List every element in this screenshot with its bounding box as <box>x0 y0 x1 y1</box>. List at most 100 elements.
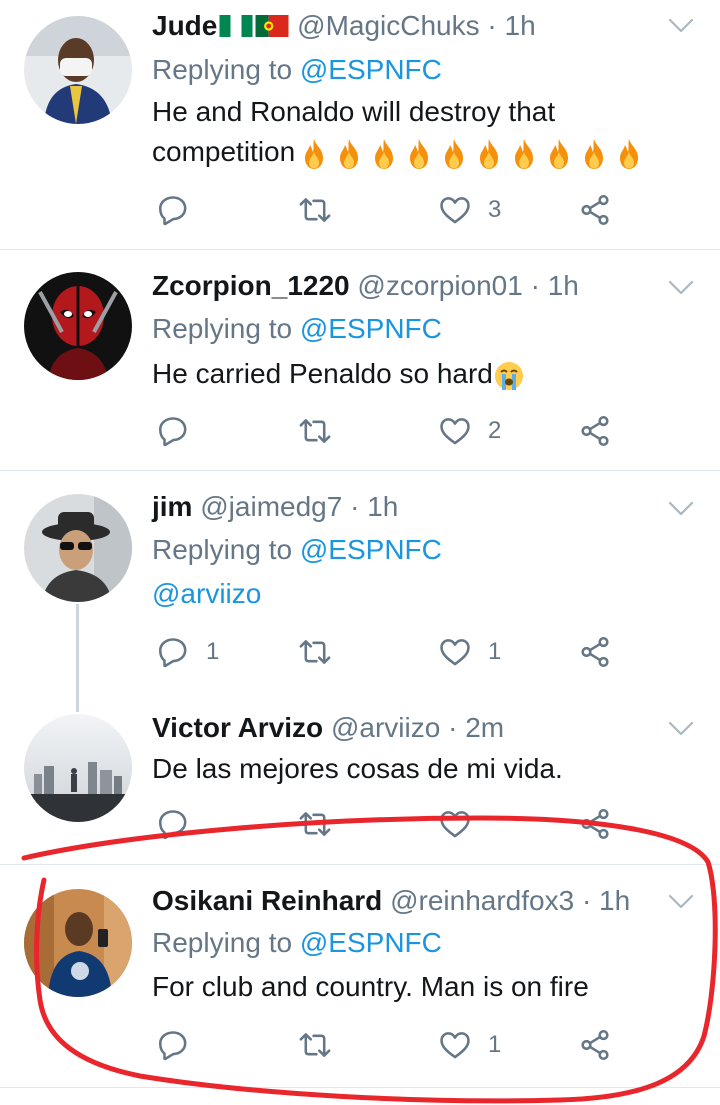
retweet-button[interactable] <box>298 804 332 844</box>
reply-button[interactable]: 1 <box>156 632 219 672</box>
retweet-icon <box>298 807 332 841</box>
user-handle[interactable]: @arviizo <box>331 712 440 743</box>
like-button[interactable] <box>438 804 472 844</box>
retweet-button[interactable] <box>298 1025 348 1065</box>
timestamp[interactable]: 1h <box>599 885 630 916</box>
tweet-header: Victor Arvizo @arviizo · 2m <box>152 712 504 744</box>
user-handle[interactable]: @MagicChuks <box>297 10 479 41</box>
mention-link[interactable]: @arviizo <box>152 574 261 614</box>
action-bar: 1 <box>156 1025 626 1065</box>
retweet-button[interactable] <box>298 411 348 451</box>
share-button[interactable] <box>578 1025 612 1065</box>
display-name[interactable]: Jude <box>152 10 217 41</box>
replying-to: Replying to @ESPNFC <box>152 54 442 86</box>
share-icon <box>578 807 612 841</box>
separator-dot: · <box>448 712 458 743</box>
action-bar: 1 1 <box>156 632 626 672</box>
divider <box>0 1087 720 1088</box>
separator-dot: · <box>350 491 360 522</box>
separator-dot: · <box>581 885 592 916</box>
chevron-down-icon[interactable] <box>668 721 694 737</box>
tweet-text-word: competition <box>152 136 296 167</box>
like-button[interactable]: 1 <box>438 632 501 672</box>
like-icon <box>438 414 472 448</box>
tweet-card[interactable]: Zcorpion_1220 @zcorpion01 · 1h Replying … <box>0 250 720 470</box>
action-bar: 3 <box>156 190 626 230</box>
display-name[interactable]: Osikani Reinhard <box>152 885 382 916</box>
fire-emoji <box>616 138 642 170</box>
fire-emoji <box>336 138 362 170</box>
reply-button[interactable] <box>156 804 190 844</box>
like-button[interactable]: 2 <box>438 411 501 451</box>
retweet-button[interactable] <box>298 632 348 672</box>
chevron-down-icon[interactable] <box>668 894 694 910</box>
like-button[interactable]: 3 <box>438 190 501 230</box>
share-button[interactable] <box>578 632 612 672</box>
replying-label: Replying to <box>152 534 300 565</box>
display-name[interactable]: Victor Arvizo <box>152 712 323 743</box>
reply-icon <box>156 807 190 841</box>
user-handle[interactable]: @jaimedg7 <box>200 491 342 522</box>
share-button[interactable] <box>578 804 612 844</box>
display-name[interactable]: Zcorpion_1220 <box>152 270 350 301</box>
tweet-text: For club and country. Man is on fire <box>152 971 589 1002</box>
tweet-header: jim @jaimedg7 · 1h <box>152 491 398 523</box>
like-button[interactable]: 1 <box>438 1025 501 1065</box>
action-bar: 2 <box>156 411 626 451</box>
user-handle[interactable]: @reinhardfox3 <box>390 885 574 916</box>
tweet-text-line: competition <box>152 132 651 172</box>
share-icon <box>578 414 612 448</box>
share-button[interactable] <box>578 190 612 230</box>
avatar[interactable] <box>24 272 132 380</box>
tweet-text-line: He and Ronaldo will destroy that <box>152 96 556 127</box>
tweet-text: He carried Penaldo so hard <box>152 354 525 394</box>
replying-to: Replying to @ESPNFC <box>152 534 442 566</box>
like-count: 2 <box>488 417 502 444</box>
reply-button[interactable] <box>156 190 206 230</box>
retweet-button[interactable] <box>298 190 348 230</box>
fire-emoji <box>371 138 397 170</box>
replying-label: Replying to <box>152 313 300 344</box>
tweet-card[interactable]: Osikani Reinhard @reinhardfox3 · 1h Repl… <box>0 865 720 1087</box>
like-count: 3 <box>488 196 502 223</box>
mention-link[interactable]: @ESPNFC <box>300 313 442 344</box>
portugal-flag <box>255 12 289 44</box>
tweet-card[interactable]: Jude @MagicChuks · 1h Replying to @ESPNF… <box>0 0 720 249</box>
reply-button[interactable] <box>156 411 206 451</box>
nigeria-flag <box>219 12 253 44</box>
display-name[interactable]: jim <box>152 491 192 522</box>
retweet-icon <box>298 414 332 448</box>
chevron-down-icon[interactable] <box>668 280 694 296</box>
reply-icon <box>156 1028 190 1062</box>
timestamp[interactable]: 1h <box>367 491 398 522</box>
action-bar <box>156 804 626 844</box>
avatar[interactable] <box>24 16 132 124</box>
share-button[interactable] <box>578 411 612 451</box>
mention-link[interactable]: @ESPNFC <box>300 927 442 958</box>
avatar[interactable] <box>24 494 132 602</box>
tweet-card[interactable]: Victor Arvizo @arviizo · 2m De las mejor… <box>0 692 720 862</box>
avatar[interactable] <box>24 889 132 997</box>
avatar[interactable] <box>24 714 132 822</box>
user-handle[interactable]: @zcorpion01 <box>357 270 522 301</box>
like-icon <box>438 635 472 669</box>
reply-count: 1 <box>206 638 220 665</box>
chevron-down-icon[interactable] <box>668 501 694 517</box>
crying-face-emoji <box>494 361 523 390</box>
timestamp[interactable]: 2m <box>465 712 504 743</box>
tweet-text: De las mejores cosas de mi vida. <box>152 753 563 784</box>
replying-label: Replying to <box>152 54 300 85</box>
timestamp[interactable]: 1h <box>548 270 579 301</box>
reply-icon <box>156 193 190 227</box>
reply-button[interactable] <box>156 1025 206 1065</box>
timestamp[interactable]: 1h <box>505 10 536 41</box>
tweet-text-content: He carried Penaldo so hard <box>152 358 493 389</box>
mention-link[interactable]: @ESPNFC <box>300 534 442 565</box>
share-icon <box>578 1028 612 1062</box>
tweet-card[interactable]: jim @jaimedg7 · 1h Replying to @ESPNFC @… <box>0 471 720 691</box>
replying-to: Replying to @ESPNFC <box>152 313 442 345</box>
replying-to: Replying to @ESPNFC <box>152 927 442 959</box>
retweet-icon <box>298 635 332 669</box>
chevron-down-icon[interactable] <box>668 18 694 34</box>
mention-link[interactable]: @ESPNFC <box>300 54 442 85</box>
